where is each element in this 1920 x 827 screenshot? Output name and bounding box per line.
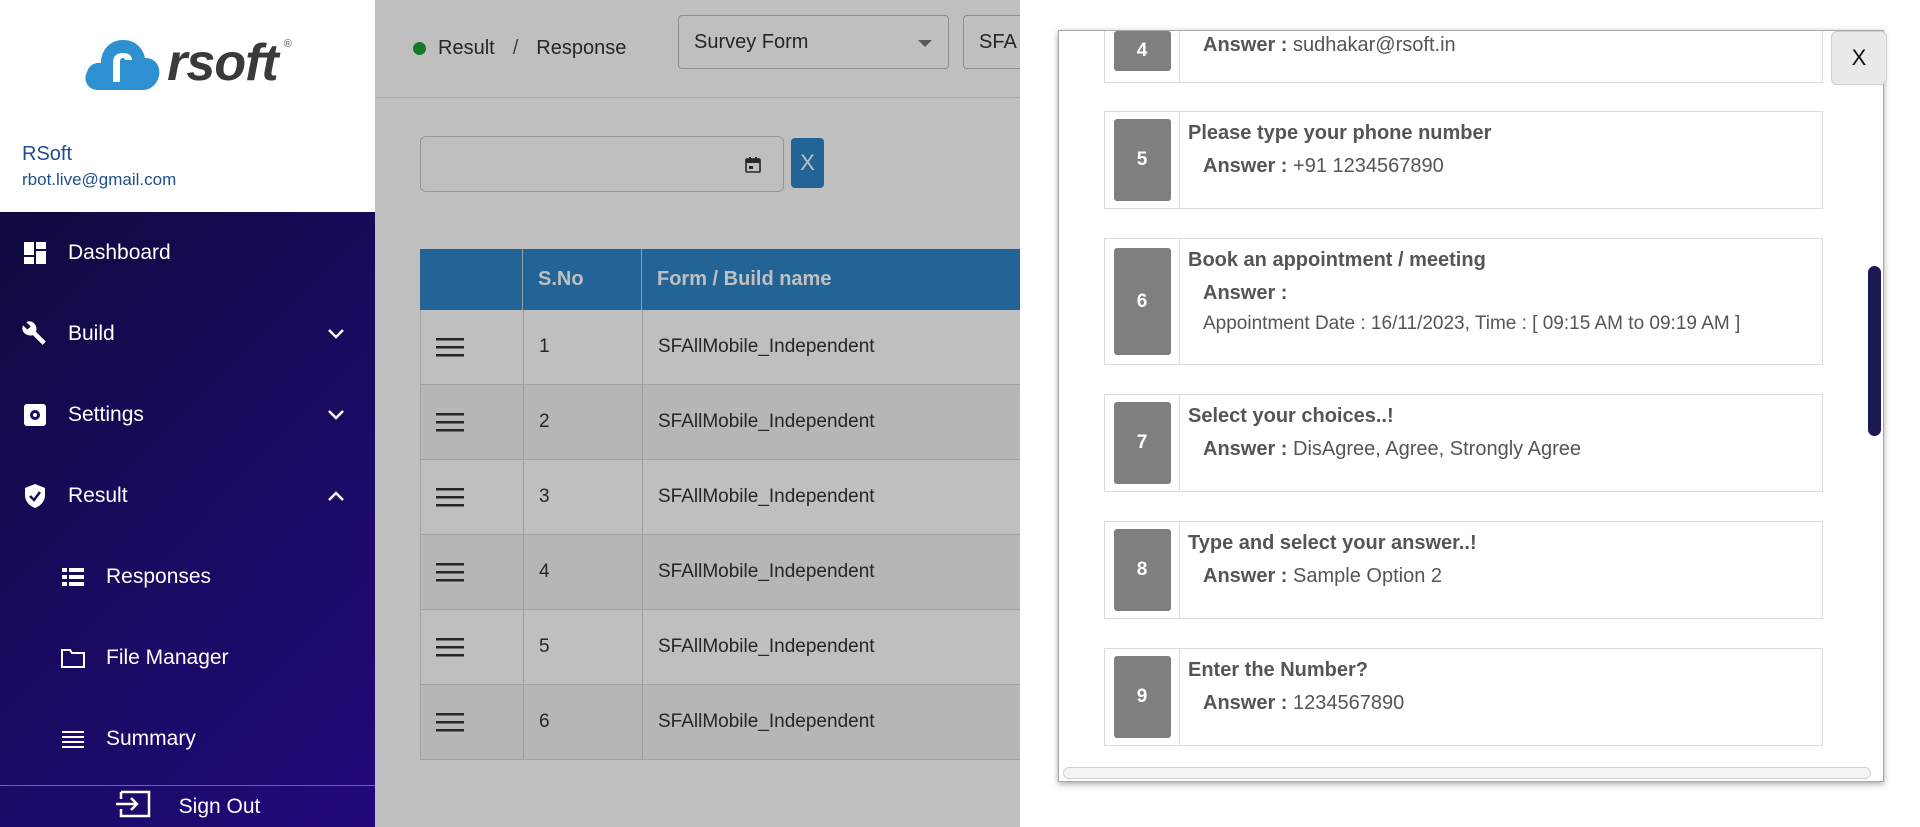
answer-value: DisAgree, Agree, Strongly Agree [1293, 438, 1581, 460]
question-number-cell: 5 [1105, 112, 1180, 208]
answer-value: sudhakar@rsoft.in [1293, 34, 1456, 56]
gear-icon [22, 402, 48, 428]
user-name: RSoft [22, 143, 73, 165]
sidebar-item-label: Settings [68, 402, 144, 426]
sidebar-item-summary[interactable]: Summary [0, 698, 375, 779]
question-body: Enter the Number? Answer : 1234567890 [1180, 649, 1412, 745]
sidebar-item-label: Result [68, 483, 128, 507]
question-card: 8 Type and select your answer..! Answer … [1104, 521, 1823, 619]
answer-label: Answer : [1203, 155, 1288, 177]
brand-name: rsoft [167, 33, 279, 92]
answer-value: +91 1234567890 [1293, 155, 1444, 177]
question-text: Type and select your answer..! [1188, 532, 1477, 554]
answer-line: Answer : +91 1234567890 [1188, 155, 1491, 178]
sidebar-item-result[interactable]: Result [0, 455, 375, 536]
question-text: Please type your phone number [1188, 122, 1492, 144]
question-number: 8 [1113, 529, 1171, 611]
sidebar-item-settings[interactable]: Settings [0, 374, 375, 455]
answer-label: Answer : [1203, 34, 1288, 56]
user-info: RSoft rbot.live@gmail.com [0, 125, 375, 212]
question-body: Please type your phone number Answer : +… [1180, 112, 1499, 208]
sidebar-item-build[interactable]: Build [0, 293, 375, 374]
sidebar-item-label: Dashboard [68, 240, 171, 264]
wrench-icon [22, 320, 48, 347]
answer-line: Answer : sudhakar@rsoft.in [1188, 34, 1456, 57]
question-card: 4 Answer : sudhakar@rsoft.in [1104, 31, 1823, 83]
question-number: 9 [1113, 656, 1171, 738]
answer-label: Answer : [1203, 282, 1288, 304]
question-number-cell: 9 [1105, 649, 1180, 745]
question-body: Book an appointment / meeting Answer : A… [1180, 239, 1748, 364]
shield-check-icon [22, 483, 48, 509]
question-number: 7 [1113, 402, 1171, 484]
question-number-cell: 4 [1105, 31, 1180, 82]
question-card: 5 Please type your phone number Answer :… [1104, 111, 1823, 209]
question-card: 6 Book an appointment / meeting Answer :… [1104, 238, 1823, 365]
answer-value: Appointment Date : 16/11/2023, Time : [ … [1203, 313, 1741, 334]
answer-value: 1234567890 [1293, 692, 1405, 714]
question-number-cell: 7 [1105, 395, 1180, 491]
vertical-scrollbar[interactable] [1866, 131, 1881, 751]
sidebar-item-file-manager[interactable]: File Manager [0, 617, 375, 698]
question-number: 5 [1113, 119, 1171, 201]
response-detail-panel: 4 Answer : sudhakar@rsoft.in 5 Please ty… [1058, 30, 1884, 782]
question-body: Select your choices..! Answer : DisAgree… [1180, 395, 1589, 491]
question-text: Select your choices..! [1188, 405, 1394, 427]
question-card: 7 Select your choices..! Answer : DisAgr… [1104, 394, 1823, 492]
modal-backdrop[interactable] [375, 0, 1020, 827]
logo-area: rsoft ® [0, 0, 375, 125]
folder-icon [60, 645, 86, 671]
sign-out-label: Sign Out [178, 794, 261, 818]
answer-line: Answer : DisAgree, Agree, Strongly Agree [1188, 438, 1581, 461]
list-icon [60, 564, 86, 590]
chevron-up-icon [327, 484, 345, 508]
sidebar-item-responses[interactable]: Responses [0, 536, 375, 617]
sidebar-item-label: File Manager [106, 645, 229, 669]
answer-line: Answer : Sample Option 2 [1188, 565, 1477, 588]
answer-label: Answer : [1203, 438, 1288, 460]
cloud-r-icon [85, 39, 160, 90]
question-card: 9 Enter the Number? Answer : 1234567890 [1104, 648, 1823, 746]
sidebar-item-label: Build [68, 321, 115, 345]
answer-line: Answer : 1234567890 [1188, 692, 1404, 715]
sign-out-button[interactable]: Sign Out [0, 785, 375, 827]
sidebar: rsoft ® RSoft rbot.live@gmail.com Dashbo… [0, 0, 375, 827]
sidebar-item-label: Summary [106, 726, 196, 750]
answer-line: Answer : [1188, 282, 1740, 305]
answer-label: Answer : [1203, 692, 1288, 714]
question-body: Type and select your answer..! Answer : … [1180, 522, 1485, 618]
answer-value: Sample Option 2 [1293, 565, 1443, 587]
sidebar-nav: Dashboard Build Settings Result Response… [0, 212, 375, 827]
question-text: Enter the Number? [1188, 659, 1369, 681]
horizontal-scrollbar[interactable] [1063, 767, 1871, 779]
chevron-down-icon [327, 403, 345, 427]
sign-out-icon [115, 790, 151, 824]
response-detail-drawer: 4 Answer : sudhakar@rsoft.in 5 Please ty… [1020, 0, 1920, 827]
question-text: Book an appointment / meeting [1188, 249, 1486, 271]
question-number-cell: 6 [1105, 239, 1180, 364]
dashboard-icon [22, 240, 48, 266]
chevron-down-icon [327, 322, 345, 346]
question-body: Answer : sudhakar@rsoft.in [1180, 31, 1464, 82]
lines-icon [60, 726, 86, 752]
answer-label: Answer : [1203, 565, 1288, 587]
question-number-cell: 8 [1105, 522, 1180, 618]
rsoft-logo: rsoft ® [83, 32, 292, 94]
close-button[interactable]: X [1831, 31, 1887, 85]
sidebar-item-dashboard[interactable]: Dashboard [0, 212, 375, 293]
registered-mark: ® [283, 37, 292, 50]
question-number: 4 [1113, 31, 1171, 71]
sidebar-item-label: Responses [106, 564, 212, 588]
user-email: rbot.live@gmail.com [22, 170, 177, 189]
scrollbar-thumb[interactable] [1868, 266, 1881, 436]
question-number: 6 [1113, 248, 1171, 355]
